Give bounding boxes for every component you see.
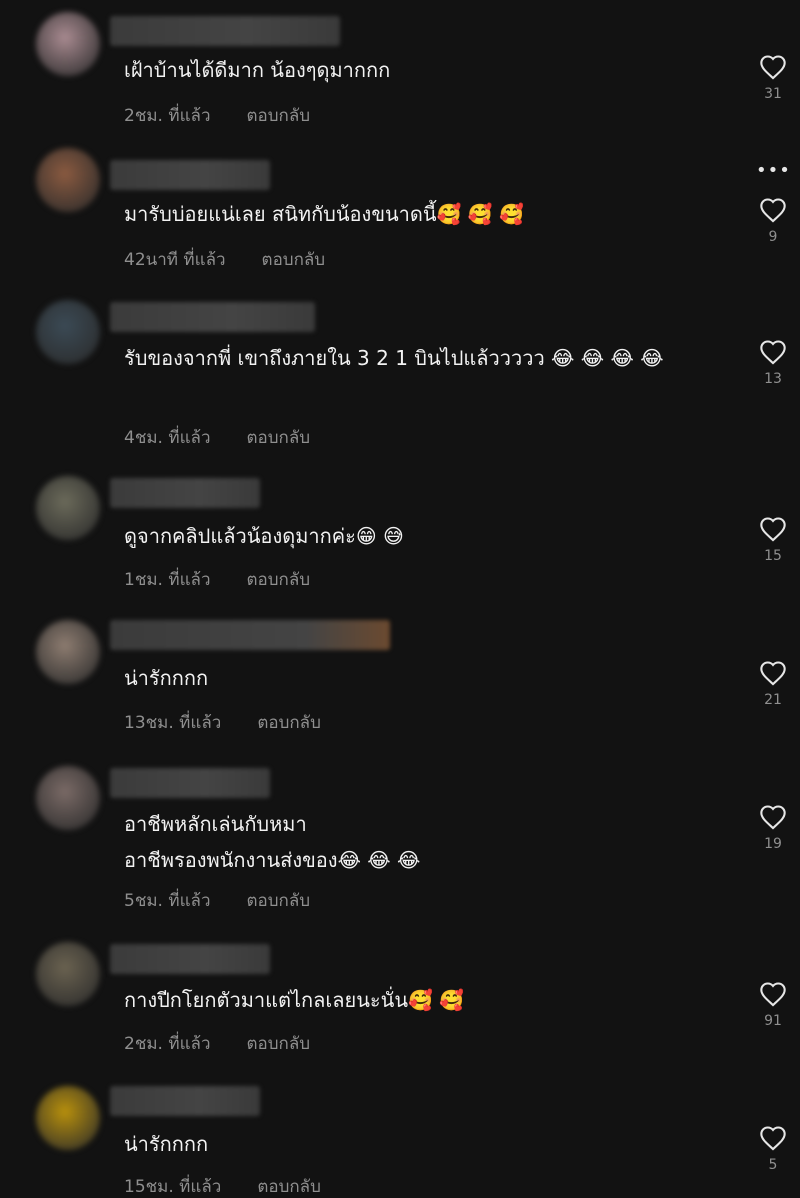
comment-meta: 42นาที ที่แล้ว ตอบกลับ xyxy=(124,248,325,272)
like-count: 19 xyxy=(764,836,782,852)
username-blurred[interactable] xyxy=(110,1086,260,1116)
like-count: 13 xyxy=(764,371,782,387)
comment-meta: 15ชม. ที่แล้ว ตอบกลับ xyxy=(124,1175,321,1198)
like-control: 15 xyxy=(752,516,794,564)
username-blurred[interactable] xyxy=(110,160,270,190)
reply-button[interactable]: ตอบกลับ xyxy=(247,428,311,448)
comment-text: มารับบ่อยแน่เลย สนิทกับน้องขนาดนี้🥰 🥰 🥰 xyxy=(124,202,524,226)
like-count: 91 xyxy=(764,1013,782,1029)
avatar[interactable] xyxy=(36,300,100,364)
like-count: 5 xyxy=(768,1157,778,1173)
like-count: 15 xyxy=(764,548,782,564)
comment-time: 2ชม. ที่แล้ว xyxy=(124,106,211,126)
comment-list: ••• เฝ้าบ้านได้ดีมาก น้องๆดุมากกก 2ชม. ท… xyxy=(0,0,800,1198)
avatar[interactable] xyxy=(36,620,100,684)
comment-meta: 2ชม. ที่แล้ว ตอบกลับ xyxy=(124,104,310,128)
avatar[interactable] xyxy=(36,942,100,1006)
comment-time: 5ชม. ที่แล้ว xyxy=(124,891,211,911)
comment-text: น่ารักกกก xyxy=(124,1132,209,1156)
comment-time: 2ชม. ที่แล้ว xyxy=(124,1034,211,1054)
comment-meta: 5ชม. ที่แล้ว ตอบกลับ xyxy=(124,889,310,913)
comment-meta: 4ชม. ที่แล้ว ตอบกลับ xyxy=(124,426,310,450)
like-control: 91 xyxy=(752,981,794,1029)
reply-button[interactable]: ตอบกลับ xyxy=(257,713,321,733)
heart-outline-icon[interactable] xyxy=(752,197,794,223)
comment-text: ดูจากคลิปแล้วน้องดุมากค่ะ😁 😅 xyxy=(124,524,404,548)
reply-button[interactable]: ตอบกลับ xyxy=(257,1177,321,1197)
like-count: 31 xyxy=(764,86,782,102)
reply-button[interactable]: ตอบกลับ xyxy=(247,106,311,126)
reply-button[interactable]: ตอบกลับ xyxy=(262,250,326,270)
comment-meta: 1ชม. ที่แล้ว ตอบกลับ xyxy=(124,568,310,592)
comment-text: กางปีกโยกตัวมาแต่ไกลเลยนะนั่น🥰 🥰 xyxy=(124,988,465,1012)
heart-outline-icon[interactable] xyxy=(752,1125,794,1151)
heart-outline-icon[interactable] xyxy=(752,804,794,830)
more-options-icon[interactable]: ••• xyxy=(756,162,791,180)
comment-time: 13ชม. ที่แล้ว xyxy=(124,713,222,733)
comment-text: อาชีพหลักเล่นกับหมา อาชีพรองพนักงานส่งขอ… xyxy=(124,812,421,872)
comment-time: 1ชม. ที่แล้ว xyxy=(124,570,211,590)
avatar[interactable] xyxy=(36,148,100,212)
like-control: 19 xyxy=(752,804,794,852)
username-blurred[interactable] xyxy=(110,16,340,46)
heart-outline-icon[interactable] xyxy=(752,339,794,365)
reply-button[interactable]: ตอบกลับ xyxy=(247,1034,311,1054)
username-blurred[interactable] xyxy=(110,944,270,974)
username-blurred[interactable] xyxy=(110,620,390,650)
like-control: 21 xyxy=(752,660,794,708)
like-count: 9 xyxy=(768,229,778,245)
like-control: 13 xyxy=(752,339,794,387)
reply-button[interactable]: ตอบกลับ xyxy=(247,891,311,911)
comment-time: 4ชม. ที่แล้ว xyxy=(124,428,211,448)
like-control: 5 xyxy=(752,1125,794,1173)
heart-outline-icon[interactable] xyxy=(752,516,794,542)
username-blurred[interactable] xyxy=(110,478,260,508)
avatar[interactable] xyxy=(36,476,100,540)
comment-text: เฝ้าบ้านได้ดีมาก น้องๆดุมากกก xyxy=(124,58,391,82)
comment-time: 15ชม. ที่แล้ว xyxy=(124,1177,222,1197)
heart-outline-icon[interactable] xyxy=(752,981,794,1007)
comment-text: รับของจากพี่ เขาถึงภายใน 3 2 1 บินไปแล้ว… xyxy=(124,346,664,370)
avatar[interactable] xyxy=(36,12,100,76)
like-control: 9 xyxy=(752,197,794,245)
like-control: 31 xyxy=(752,54,794,102)
comment-meta: 13ชม. ที่แล้ว ตอบกลับ xyxy=(124,711,321,735)
heart-outline-icon[interactable] xyxy=(752,660,794,686)
comment-text: น่ารักกกก xyxy=(124,666,209,690)
username-blurred[interactable] xyxy=(110,302,315,332)
avatar[interactable] xyxy=(36,1086,100,1150)
avatar[interactable] xyxy=(36,766,100,830)
heart-outline-icon[interactable] xyxy=(752,54,794,80)
like-count: 21 xyxy=(764,692,782,708)
username-blurred[interactable] xyxy=(110,768,270,798)
comment-time: 42นาที ที่แล้ว xyxy=(124,250,226,270)
comment-meta: 2ชม. ที่แล้ว ตอบกลับ xyxy=(124,1032,310,1056)
reply-button[interactable]: ตอบกลับ xyxy=(247,570,311,590)
